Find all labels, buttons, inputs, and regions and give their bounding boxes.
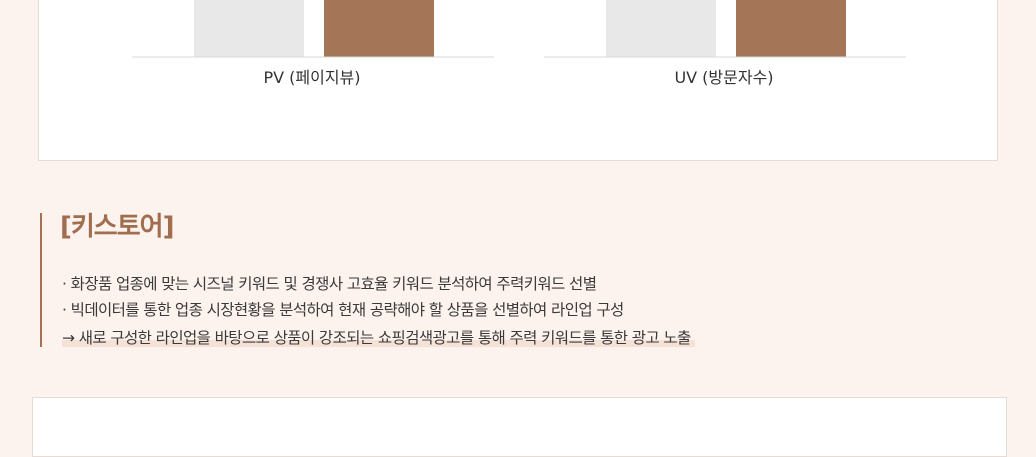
bar-pv-1 xyxy=(194,0,304,57)
bar-uv-1 xyxy=(606,0,716,57)
section-accent-bar xyxy=(40,213,42,347)
bar-charts: PV (페이지뷰) UV (방문자수) xyxy=(132,0,906,87)
bar-uv-2 xyxy=(736,0,846,57)
section-title: [키스토어] xyxy=(60,212,174,242)
next-card xyxy=(32,397,1007,457)
result-highlight: → 새로 구성한 라인업을 바탕으로 상품이 강조되는 쇼핑검색광고를 통해 주… xyxy=(62,329,695,347)
x-axis-label: PV (페이지뷰) xyxy=(263,68,360,87)
chart-card: PV (페이지뷰) UV (방문자수) xyxy=(38,0,998,161)
bullet-item: · 화장품 업종에 맞는 시즈널 키워드 및 경쟁사 고효율 키워드 분석하여 … xyxy=(62,275,597,293)
x-axis-label: UV (방문자수) xyxy=(674,68,773,87)
bullet-item: · 빅데이터를 통한 업종 시장현황을 분석하여 현재 공략해야 할 상품을 선… xyxy=(62,301,624,319)
bar-pv-2 xyxy=(324,0,434,57)
result-line: → 새로 구성한 라인업을 바탕으로 상품이 강조되는 쇼핑검색광고를 통해 주… xyxy=(62,326,695,348)
